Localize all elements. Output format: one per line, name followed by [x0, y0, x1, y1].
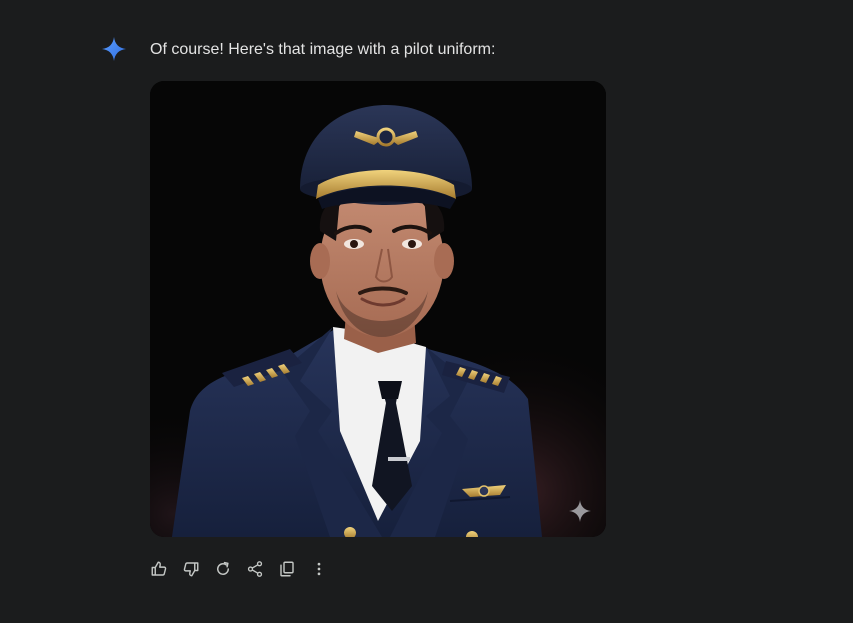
copy-icon	[280, 561, 294, 577]
share-button[interactable]	[244, 558, 266, 580]
sparkle-watermark-icon	[568, 499, 592, 523]
response-text: Of course! Here's that image with a pilo…	[150, 41, 496, 58]
gemini-sparkle-icon	[101, 36, 127, 62]
thumbs-down-button[interactable]	[180, 558, 202, 580]
more-vert-icon	[317, 562, 321, 576]
generated-image[interactable]	[150, 81, 606, 537]
thumbs-up-button[interactable]	[148, 558, 170, 580]
response-actions-toolbar	[148, 557, 338, 581]
pilot-portrait-image	[150, 81, 606, 537]
regenerate-button[interactable]	[212, 558, 234, 580]
copy-button[interactable]	[276, 558, 298, 580]
regenerate-icon	[217, 561, 229, 575]
share-icon	[247, 561, 263, 577]
thumbs-up-icon	[151, 561, 167, 576]
more-options-button[interactable]	[310, 558, 328, 580]
thumbs-down-icon	[183, 562, 199, 577]
model-response: Of course! Here's that image with a pilo…	[0, 0, 853, 623]
